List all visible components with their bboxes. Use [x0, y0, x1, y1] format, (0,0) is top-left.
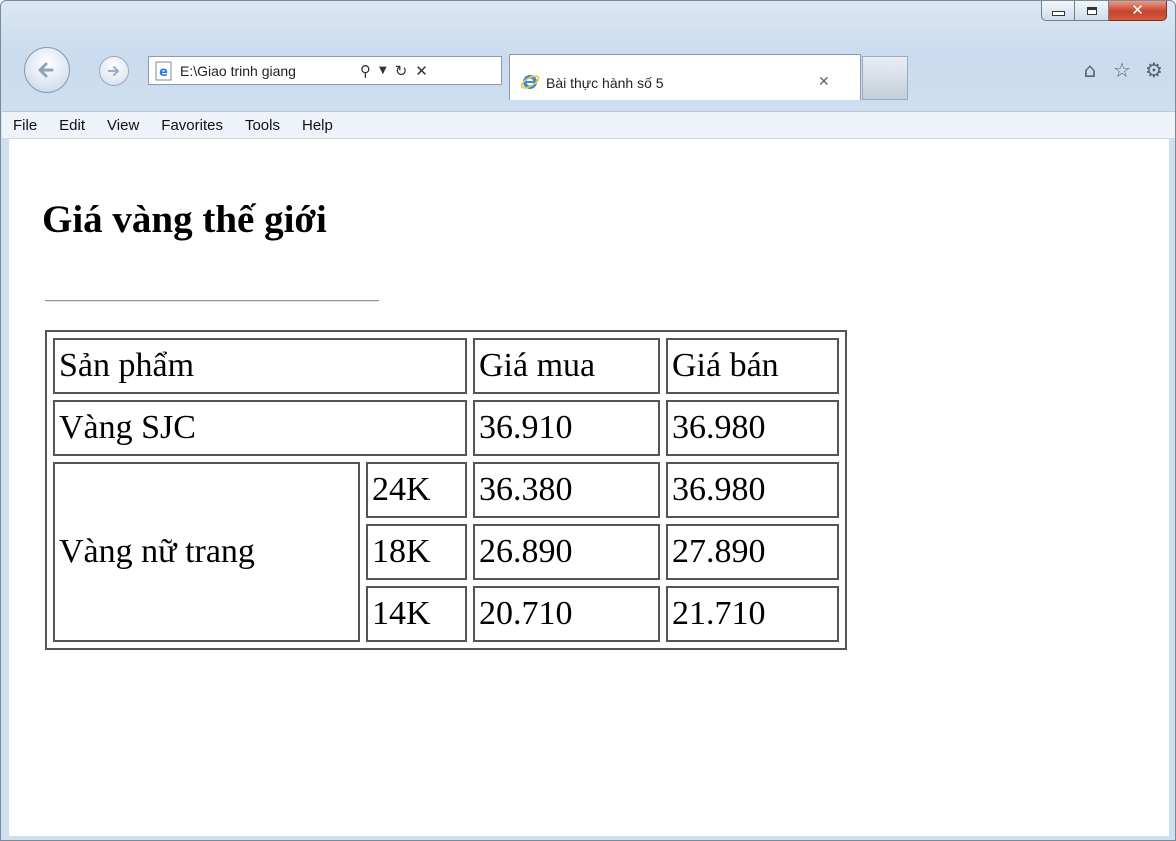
cell-product: Vàng SJC [53, 400, 467, 456]
new-tab-button[interactable] [862, 56, 908, 100]
toolbar-right: ⌂ ☆ ⚙ [1077, 57, 1167, 83]
table-header-row: Sản phẩm Giá mua Giá bán [53, 338, 839, 394]
minimize-button[interactable] [1041, 1, 1075, 21]
cell-buy: 36.380 [473, 462, 660, 518]
cell-sell: 36.980 [666, 400, 839, 456]
menu-edit[interactable]: Edit [59, 117, 85, 134]
cell-karat: 14K [366, 586, 467, 642]
menu-file[interactable]: File [13, 117, 37, 134]
svg-text:e: e [159, 65, 168, 80]
back-button[interactable] [24, 47, 70, 93]
stop-icon[interactable]: ✕ [415, 62, 428, 80]
header-sell: Giá bán [666, 338, 839, 394]
ie-logo-icon [520, 75, 540, 89]
minimize-icon [1051, 11, 1065, 16]
close-window-button[interactable]: ✕ [1109, 1, 1167, 21]
cell-product: Vàng nữ trang [53, 462, 360, 642]
tab-close-icon[interactable]: ✕ [818, 74, 830, 90]
cell-buy: 26.890 [473, 524, 660, 580]
gold-price-table: Sản phẩm Giá mua Giá bán Vàng SJC 36.910… [45, 330, 847, 650]
tab-active[interactable]: Bài thực hành số 5 ✕ [509, 54, 861, 100]
ie-page-icon: e [155, 61, 172, 80]
maximize-icon [1086, 6, 1097, 15]
favorites-star-icon[interactable]: ☆ [1109, 57, 1135, 83]
page-title: Giá vàng thế giới [42, 198, 327, 241]
menu-tools[interactable]: Tools [245, 117, 280, 134]
cell-buy: 36.910 [473, 400, 660, 456]
cell-karat: 24K [366, 462, 467, 518]
title-bar: ✕ e E:\Giao trinh giang ⚲ ▼ ↻ ✕ Bài thực… [1, 1, 1175, 111]
address-url[interactable]: E:\Giao trinh giang [180, 63, 352, 79]
home-icon[interactable]: ⌂ [1077, 57, 1103, 83]
cell-sell: 27.890 [666, 524, 839, 580]
search-icon[interactable]: ⚲ [360, 62, 371, 80]
maximize-button[interactable] [1075, 1, 1109, 21]
address-bar[interactable]: e E:\Giao trinh giang ⚲ ▼ ↻ ✕ [148, 56, 502, 85]
forward-arrow-icon [107, 65, 120, 77]
close-icon: ✕ [1131, 1, 1144, 19]
back-arrow-icon [38, 62, 54, 78]
menu-help[interactable]: Help [302, 117, 333, 134]
menu-bar: File Edit View Favorites Tools Help [2, 111, 1175, 139]
forward-button[interactable] [99, 56, 129, 86]
header-buy: Giá mua [473, 338, 660, 394]
refresh-icon[interactable]: ↻ [395, 62, 408, 80]
cell-buy: 20.710 [473, 586, 660, 642]
cell-karat: 18K [366, 524, 467, 580]
window-controls: ✕ [1041, 1, 1167, 23]
browser-window: ✕ e E:\Giao trinh giang ⚲ ▼ ↻ ✕ Bài thực… [0, 0, 1176, 841]
settings-gear-icon[interactable]: ⚙ [1141, 57, 1167, 83]
cell-sell: 36.980 [666, 462, 839, 518]
horizontal-rule [45, 300, 379, 302]
table-row: Vàng nữ trang 24K 36.380 36.980 [53, 462, 839, 642]
table-row: Vàng SJC 36.910 36.980 [53, 400, 839, 456]
cell-sell: 21.710 [666, 586, 839, 642]
page-content: Giá vàng thế giới Sản phẩm Giá mua Giá b… [9, 139, 1169, 836]
header-product: Sản phẩm [53, 338, 467, 394]
menu-favorites[interactable]: Favorites [161, 117, 223, 134]
menu-view[interactable]: View [107, 117, 139, 134]
dropdown-icon[interactable]: ▼ [379, 65, 387, 76]
address-tools: ⚲ ▼ ↻ ✕ [356, 62, 432, 80]
tab-title: Bài thực hành số 5 [546, 75, 664, 91]
